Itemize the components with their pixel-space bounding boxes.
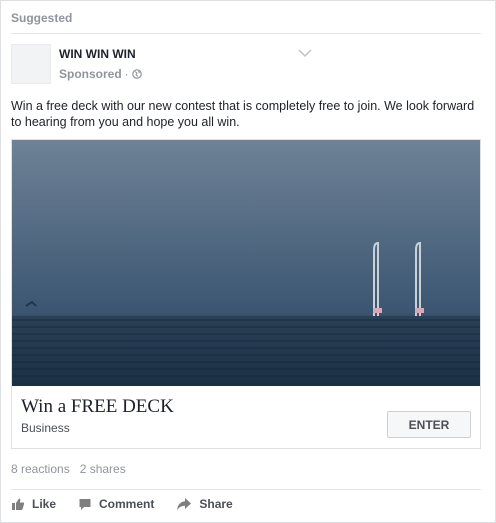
share-arrow-icon (177, 498, 192, 510)
sponsored-label[interactable]: Sponsored (59, 67, 122, 81)
suggested-label: Suggested (11, 11, 73, 25)
page-avatar[interactable] (11, 44, 51, 84)
enter-button[interactable]: ENTER (387, 411, 471, 438)
like-label: Like (32, 497, 57, 511)
chevron-down-icon[interactable] (297, 47, 313, 59)
sponsored-post-card: Suggested WIN WIN WIN Sponsored · Win a … (0, 0, 496, 523)
like-button[interactable]: Like (11, 497, 56, 511)
action-bar: Like Comment Share (11, 497, 233, 511)
thumbs-up-icon (12, 498, 25, 510)
divider (11, 33, 481, 34)
page-name-link[interactable]: WIN WIN WIN (59, 47, 136, 61)
ad-domain: Business (21, 421, 70, 435)
globe-icon (131, 69, 142, 79)
meta-separator: · (124, 67, 129, 81)
ad-image[interactable] (12, 140, 480, 386)
engagement-stats: 8 reactions 2 shares (11, 462, 126, 476)
comment-icon (79, 499, 91, 510)
shares-count[interactable]: 2 shares (80, 462, 126, 476)
sponsored-meta: Sponsored · (59, 67, 142, 81)
reactions-count[interactable]: 8 reactions (11, 462, 70, 476)
comment-button[interactable]: Comment (78, 497, 154, 511)
share-label: Share (199, 497, 233, 511)
ad-attachment[interactable]: Win a FREE DECK Business ENTER (11, 139, 481, 449)
comment-label: Comment (99, 497, 155, 511)
divider (11, 489, 481, 490)
share-button[interactable]: Share (176, 497, 233, 511)
ad-title[interactable]: Win a FREE DECK (21, 396, 174, 418)
post-text: Win a free deck with our new contest tha… (11, 99, 475, 129)
